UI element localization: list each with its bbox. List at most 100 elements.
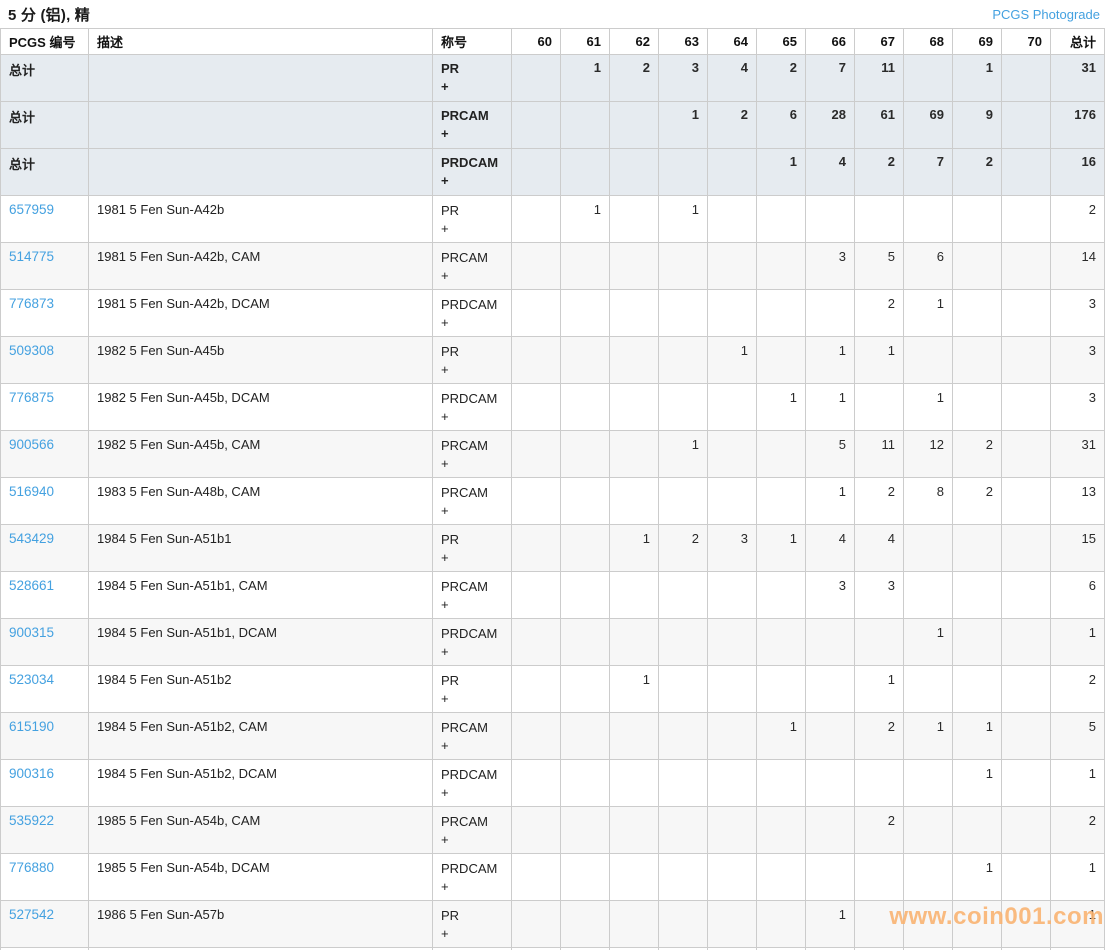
description-cell: 1982 5 Fen Sun-A45b, DCAM [88, 383, 433, 431]
grade-62-cell [609, 477, 659, 525]
pcgs-number-link[interactable]: 776875 [9, 390, 54, 405]
grade-64-cell [707, 618, 757, 666]
grade-67-cell: 4 [854, 524, 904, 572]
grade-66-cell [805, 712, 855, 760]
grade-63-cell: 1 [658, 195, 708, 243]
grade-64-cell [707, 806, 757, 854]
total-cell: 15 [1050, 524, 1105, 572]
pcgs-number-link[interactable]: 900566 [9, 437, 54, 452]
designation-cell: PRDCAM + [432, 618, 512, 666]
grade-61-cell [560, 383, 610, 431]
grade-65-cell [756, 195, 806, 243]
grade-67-cell: 61 [854, 101, 904, 149]
description-cell: 1984 5 Fen Sun-A51b2 [88, 665, 433, 713]
grade-66-cell: 3 [805, 571, 855, 619]
pcgs-number-cell: 516940 [0, 477, 89, 525]
grade-68-cell: 69 [903, 101, 953, 149]
grade-69-cell: 2 [952, 430, 1002, 478]
pcgs-number-link[interactable]: 615190 [9, 719, 54, 734]
header-grade-70: 70 [1001, 28, 1051, 55]
grade-66-cell [805, 195, 855, 243]
grade-64-cell: 4 [707, 54, 757, 102]
grade-62-cell [609, 759, 659, 807]
grade-70-cell [1001, 477, 1051, 525]
pcgs-number-cell: 900315 [0, 618, 89, 666]
designation-text: PRCAM [441, 250, 488, 265]
grade-60-cell [511, 900, 561, 948]
pcgs-number-link[interactable]: 528661 [9, 578, 54, 593]
grade-63-cell [658, 477, 708, 525]
pcgs-number-link[interactable]: 509308 [9, 343, 54, 358]
description-cell: 1982 5 Fen Sun-A45b [88, 336, 433, 384]
pcgs-number-link[interactable]: 514775 [9, 249, 54, 264]
designation-cell: PRCAM + [432, 712, 512, 760]
designation-text: PRDCAM [441, 391, 498, 406]
grade-64-cell: 2 [707, 101, 757, 149]
grade-69-cell: 1 [952, 54, 1002, 102]
total-cell: 2 [1050, 195, 1105, 243]
population-report-page: 5 分 (铝), 精 PCGS Photograde PCGS 编号 描述 称号 60… [0, 0, 1110, 950]
pcgs-number-link[interactable]: 776880 [9, 860, 54, 875]
grade-66-cell: 5 [805, 430, 855, 478]
designation-text: PR [441, 61, 460, 76]
description-cell [88, 148, 433, 196]
total-cell: 1 [1050, 618, 1105, 666]
designation-plus: + [441, 503, 449, 518]
grade-60-cell [511, 806, 561, 854]
description-cell: 1982 5 Fen Sun-A45b, CAM [88, 430, 433, 478]
pcgs-number-link[interactable]: 527542 [9, 907, 54, 922]
designation-text: PR [441, 203, 460, 218]
grade-68-cell [903, 806, 953, 854]
grade-61-cell [560, 524, 610, 572]
grade-65-cell [756, 853, 806, 901]
pcgs-number-cell: 509308 [0, 336, 89, 384]
designation-text: PRDCAM [441, 155, 499, 170]
pcgs-number-link[interactable]: 516940 [9, 484, 54, 499]
designation-plus: + [441, 785, 449, 800]
designation-cell: PRCAM + [432, 242, 512, 290]
pcgs-number-link[interactable]: 543429 [9, 531, 54, 546]
grade-67-cell [854, 195, 904, 243]
total-cell: 5 [1050, 712, 1105, 760]
grade-64-cell [707, 900, 757, 948]
grade-67-cell: 11 [854, 54, 904, 102]
grade-66-cell [805, 665, 855, 713]
grade-66-cell [805, 759, 855, 807]
grade-63-cell: 1 [658, 430, 708, 478]
pcgs-number-link[interactable]: 523034 [9, 672, 54, 687]
grade-66-cell [805, 289, 855, 337]
grade-65-cell [756, 665, 806, 713]
designation-text: PR [441, 673, 460, 688]
grade-66-cell: 1 [805, 336, 855, 384]
designation-text: PRCAM [441, 108, 489, 123]
grade-66-cell: 1 [805, 900, 855, 948]
table-row: 776873 1981 5 Fen Sun-A42b, DCAM PRDCAM +2 1… [0, 289, 1105, 337]
pcgs-number-link[interactable]: 776873 [9, 296, 54, 311]
header-total: 总计 [1050, 28, 1105, 55]
photograde-link[interactable]: PCGS Photograde [992, 7, 1100, 22]
grade-65-cell: 6 [756, 101, 806, 149]
pcgs-number-link[interactable]: 657959 [9, 202, 54, 217]
grade-60-cell [511, 242, 561, 290]
pcgs-number-link[interactable]: 535922 [9, 813, 54, 828]
grade-63-cell: 2 [658, 524, 708, 572]
topbar: 5 分 (铝), 精 PCGS Photograde [0, 0, 1110, 28]
grade-66-cell: 7 [805, 54, 855, 102]
total-row: 总计 PR +1 2 3 4 2 7 11 1 31 [0, 54, 1105, 102]
table-row: 535922 1985 5 Fen Sun-A54b, CAM PRCAM +2 2 [0, 806, 1105, 854]
table-row: 776875 1982 5 Fen Sun-A45b, DCAM PRDCAM +1 1… [0, 383, 1105, 431]
grade-64-cell [707, 383, 757, 431]
description-cell: 1984 5 Fen Sun-A51b1 [88, 524, 433, 572]
grade-67-cell [854, 853, 904, 901]
description-cell: 1984 5 Fen Sun-A51b1, DCAM [88, 618, 433, 666]
pcgs-number-link[interactable]: 900316 [9, 766, 54, 781]
description-cell: 1984 5 Fen Sun-A51b2, DCAM [88, 759, 433, 807]
grade-70-cell [1001, 289, 1051, 337]
grade-68-cell [903, 195, 953, 243]
total-cell: 14 [1050, 242, 1105, 290]
grade-63-cell [658, 806, 708, 854]
pcgs-number-cell: 527542 [0, 900, 89, 948]
pcgs-number-link[interactable]: 900315 [9, 625, 54, 640]
grade-62-cell [609, 289, 659, 337]
grade-68-cell [903, 524, 953, 572]
